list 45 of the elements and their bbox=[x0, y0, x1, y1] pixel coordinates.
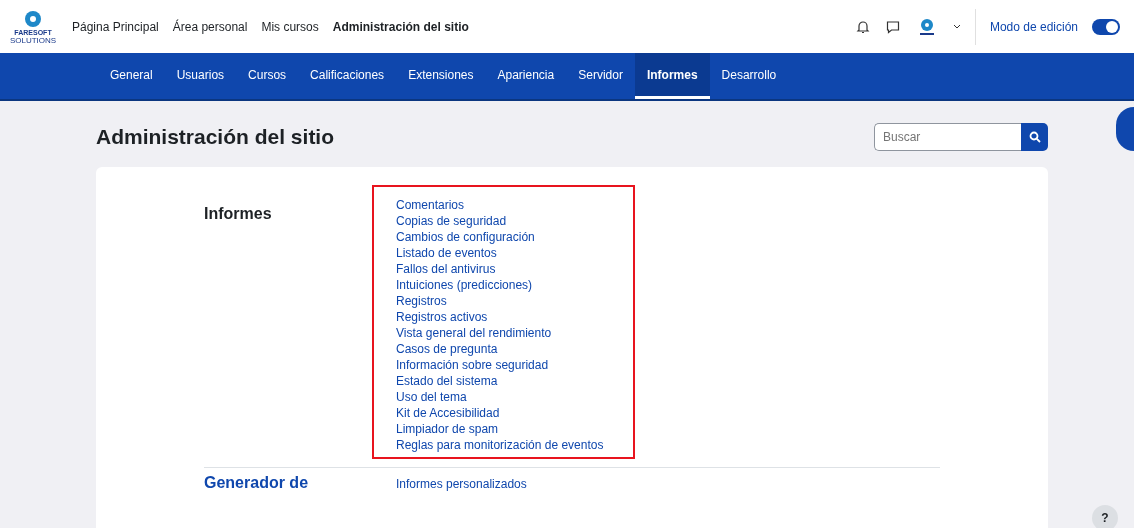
admin-tab[interactable]: Desarrollo bbox=[709, 53, 789, 99]
report-link[interactable]: Reglas para monitorización de eventos bbox=[396, 437, 604, 453]
report-link[interactable]: Listado de eventos bbox=[396, 245, 604, 261]
report-link[interactable]: Kit de Accesibilidad bbox=[396, 405, 604, 421]
report-link[interactable]: Uso del tema bbox=[396, 389, 604, 405]
admin-tab[interactable]: Servidor bbox=[566, 53, 635, 99]
report-link[interactable]: Intuiciones (predicciones) bbox=[396, 277, 604, 293]
caret-icon[interactable] bbox=[952, 23, 961, 30]
report-link[interactable]: Comentarios bbox=[396, 197, 604, 213]
edit-mode-toggle[interactable] bbox=[1092, 18, 1120, 35]
help-button[interactable]: ? bbox=[1092, 505, 1118, 528]
report-link[interactable]: Estado del sistema bbox=[396, 373, 604, 389]
edit-mode-label: Modo de edición bbox=[989, 19, 1078, 34]
report-link[interactable]: Casos de pregunta bbox=[396, 341, 604, 357]
drawer-toggle-button[interactable] bbox=[1116, 107, 1134, 151]
search-icon bbox=[1028, 131, 1041, 143]
report-link[interactable]: Fallos del antivirus bbox=[396, 261, 604, 277]
admin-tab[interactable]: Extensiones bbox=[396, 53, 486, 99]
section-heading: Informes bbox=[204, 205, 273, 224]
admin-tab[interactable]: Calificaciones bbox=[298, 53, 397, 99]
admin-tab[interactable]: Apariencia bbox=[485, 53, 567, 99]
report-link[interactable]: Limpiador de spam bbox=[396, 421, 604, 437]
admin-tab[interactable]: General bbox=[98, 53, 165, 99]
chat-icon[interactable] bbox=[884, 18, 901, 35]
nav-link[interactable]: Área personal bbox=[172, 19, 248, 34]
gear-logo-icon bbox=[22, 8, 44, 29]
search-field[interactable]: Buscar bbox=[874, 123, 1021, 151]
search-button[interactable] bbox=[1021, 123, 1048, 151]
admin-tab[interactable]: Usuarios bbox=[164, 53, 237, 99]
section-heading: Generador de bbox=[204, 474, 310, 493]
report-link[interactable]: Informes personalizados bbox=[396, 476, 527, 492]
nav-link[interactable]: Administración del sitio bbox=[332, 19, 469, 34]
bell-icon[interactable] bbox=[854, 18, 871, 35]
report-link[interactable]: Copias de seguridad bbox=[396, 213, 604, 229]
nav-link[interactable]: Mis cursos bbox=[261, 19, 319, 34]
report-link[interactable]: Cambios de configuración bbox=[396, 229, 604, 245]
logo-subtext: SOLUTIONS bbox=[9, 35, 57, 45]
page-title: Administración del sitio bbox=[96, 125, 336, 149]
report-link[interactable]: Vista general del rendimiento bbox=[396, 325, 604, 341]
nav-link[interactable]: Página Principal bbox=[72, 19, 159, 34]
report-link[interactable]: Registros activos bbox=[396, 309, 604, 325]
report-link[interactable]: Información sobre seguridad bbox=[396, 357, 604, 373]
report-link[interactable]: Registros bbox=[396, 293, 604, 309]
admin-tab[interactable]: Informes bbox=[634, 53, 710, 99]
admin-tab[interactable]: Cursos bbox=[236, 53, 299, 99]
